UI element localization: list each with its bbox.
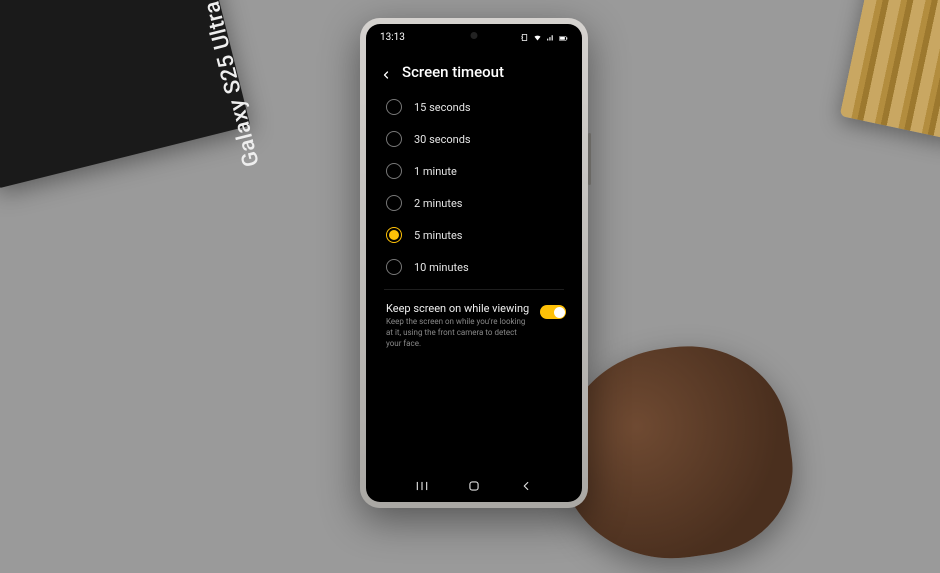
vibrate-icon [520,33,529,42]
signal-icon [546,33,555,42]
back-icon[interactable] [380,66,392,78]
timeout-options-list: 15 seconds 30 seconds 1 minute 2 minutes… [366,91,582,283]
navigation-bar [366,478,582,492]
keep-screen-on-row[interactable]: Keep screen on while viewing Keep the sc… [366,290,582,357]
radio-icon [386,99,402,115]
product-box: Galaxy S25 Ultra [0,0,250,188]
wood-prop [840,0,940,141]
option-5-minutes[interactable]: 5 minutes [372,219,576,251]
option-15-seconds[interactable]: 15 seconds [372,91,576,123]
radio-icon [386,195,402,211]
option-10-minutes[interactable]: 10 minutes [372,251,576,283]
page-header: Screen timeout [366,45,582,91]
option-label: 15 seconds [414,101,471,114]
phone-frame: 13:13 Screen timeout 15 secon [360,18,588,508]
status-time: 13:13 [380,32,405,43]
option-2-minutes[interactable]: 2 minutes [372,187,576,219]
phone-side-button [588,133,591,185]
recents-icon[interactable] [415,478,429,492]
front-camera-notch [471,32,478,39]
wifi-icon [533,33,542,42]
page-title: Screen timeout [402,63,504,81]
option-label: 1 minute [414,165,457,178]
radio-icon [386,131,402,147]
radio-icon-selected [386,227,402,243]
option-1-minute[interactable]: 1 minute [372,155,576,187]
toggle-switch[interactable] [540,305,566,319]
product-box-label: Galaxy S25 Ultra [199,0,264,169]
option-label: 10 minutes [414,261,469,274]
toggle-description: Keep the screen on while you're looking … [386,317,530,349]
radio-icon [386,163,402,179]
home-icon[interactable] [467,478,481,492]
option-label: 2 minutes [414,197,462,210]
back-nav-icon[interactable] [519,478,533,492]
option-30-seconds[interactable]: 30 seconds [372,123,576,155]
battery-icon [559,33,568,42]
option-label: 5 minutes [414,229,462,242]
radio-icon [386,259,402,275]
toggle-title: Keep screen on while viewing [386,302,530,315]
phone-screen: 13:13 Screen timeout 15 secon [366,24,582,502]
option-label: 30 seconds [414,133,471,146]
